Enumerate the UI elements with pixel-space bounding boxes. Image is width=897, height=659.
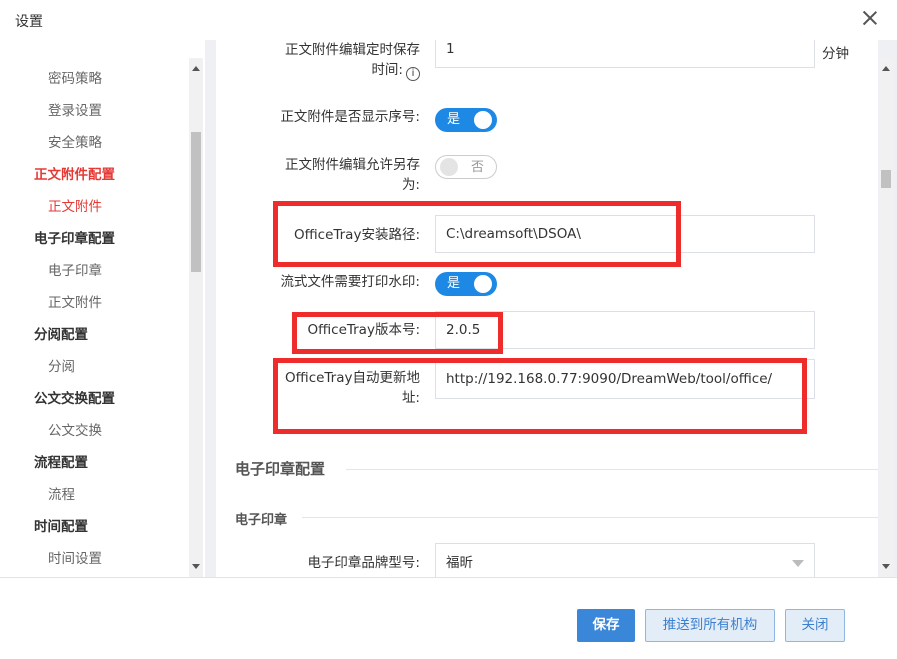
- autosave-label-line1: 正文附件编辑定时保存: [285, 42, 420, 58]
- sidebar-item-security-policy[interactable]: 安全策略: [48, 129, 102, 157]
- sidebar-item-seal-attachment[interactable]: 正文附件: [48, 289, 102, 317]
- officetray-update-label: OfficeTray自动更新地 址:: [285, 368, 420, 408]
- dialog-title: 设置: [15, 14, 43, 30]
- settings-sidebar: 密码策略 登录设置 安全策略 正文附件配置 正文附件 电子印章配置 电子印章 正…: [0, 40, 205, 577]
- watermark-toggle[interactable]: 是: [435, 272, 497, 296]
- scroll-up-icon[interactable]: [192, 66, 200, 71]
- allow-saveas-toggle[interactable]: 否: [435, 155, 497, 179]
- sidebar-item-password-policy[interactable]: 密码策略: [48, 65, 102, 93]
- subsection-title-seal: 电子印章: [235, 513, 288, 528]
- chevron-down-icon: [792, 560, 804, 567]
- scroll-down-icon[interactable]: [192, 564, 200, 569]
- allow-saveas-toggle-text: 否: [470, 160, 484, 175]
- officetray-version-input[interactable]: 2.0.5: [435, 311, 815, 349]
- section-title-seal-config: 电子印章配置: [235, 460, 326, 478]
- toggle-knob: [440, 158, 458, 176]
- sidebar-item-seal[interactable]: 电子印章: [48, 257, 102, 285]
- allow-saveas-label: 正文附件编辑允许另存 为:: [285, 155, 420, 195]
- settings-form: 正文附件编辑定时保存 时间: i 1 分钟 正文附件是否显示序号: 是 正文附件编…: [216, 40, 878, 577]
- seal-brand-label: 电子印章品牌型号:: [307, 555, 420, 571]
- autosave-label: 正文附件编辑定时保存 时间: i: [285, 40, 420, 81]
- sidebar-scrollbar[interactable]: [189, 58, 203, 577]
- show-seq-toggle[interactable]: 是: [435, 108, 497, 132]
- sidebar-group-workflow-config[interactable]: 流程配置: [34, 449, 88, 477]
- show-seq-label: 正文附件是否显示序号:: [280, 109, 420, 125]
- officetray-update-label-line1: OfficeTray自动更新地: [285, 370, 420, 386]
- push-all-orgs-button[interactable]: 推送到所有机构: [645, 609, 775, 642]
- sidebar-item-workflow[interactable]: 流程: [48, 481, 75, 509]
- close-button[interactable]: 关闭: [785, 609, 845, 642]
- section-divider: [346, 469, 878, 470]
- seal-brand-select[interactable]: 福昕: [435, 543, 815, 577]
- sidebar-item-exchange[interactable]: 公文交换: [48, 417, 102, 445]
- main-scroll-thumb[interactable]: [881, 170, 891, 188]
- autosave-label-line2: 时间:: [371, 62, 403, 78]
- officetray-update-label-line2: 址:: [401, 390, 420, 406]
- officetray-version-label: OfficeTray版本号:: [307, 322, 420, 338]
- autosave-input[interactable]: 1: [435, 40, 815, 68]
- scroll-up-icon[interactable]: [882, 66, 890, 71]
- show-seq-toggle-text: 是: [447, 112, 461, 127]
- allow-saveas-label-line1: 正文附件编辑允许另存: [285, 157, 420, 173]
- sidebar-group-distribution-config[interactable]: 分阅配置: [34, 321, 88, 349]
- dialog-body: 密码策略 登录设置 安全策略 正文附件配置 正文附件 电子印章配置 电子印章 正…: [0, 40, 897, 577]
- sidebar-group-attachment-config[interactable]: 正文附件配置: [34, 161, 115, 189]
- watermark-toggle-text: 是: [447, 276, 461, 291]
- watermark-label: 流式文件需要打印水印:: [280, 274, 420, 290]
- subsection-divider: [302, 517, 878, 518]
- sidebar-group-exchange-config[interactable]: 公文交换配置: [34, 385, 115, 413]
- info-icon[interactable]: i: [406, 67, 420, 81]
- sidebar-scroll-thumb[interactable]: [191, 132, 201, 272]
- sidebar-item-time-settings[interactable]: 时间设置: [48, 545, 102, 573]
- officetray-update-input[interactable]: http://192.168.0.77:9090/DreamWeb/tool/o…: [435, 359, 815, 399]
- scroll-down-icon[interactable]: [882, 564, 890, 569]
- dialog-titlebar: 设置: [0, 0, 897, 40]
- toggle-knob: [474, 111, 492, 129]
- sidebar-group-time-config[interactable]: 时间配置: [34, 513, 88, 541]
- allow-saveas-label-line2: 为:: [401, 177, 420, 193]
- toggle-knob: [474, 275, 492, 293]
- officetray-path-input[interactable]: C:\dreamsoft\DSOA\: [435, 215, 815, 253]
- main-scrollbar[interactable]: [879, 58, 893, 577]
- save-button[interactable]: 保存: [577, 609, 635, 642]
- sidebar-item-login-settings[interactable]: 登录设置: [48, 97, 102, 125]
- sidebar-item-distribution[interactable]: 分阅: [48, 353, 75, 381]
- sidebar-item-attachment[interactable]: 正文附件: [48, 193, 102, 221]
- dialog-footer: 保存 推送到所有机构 关闭: [0, 577, 897, 659]
- officetray-path-label: OfficeTray安装路径:: [293, 227, 420, 243]
- close-icon[interactable]: [861, 9, 879, 27]
- seal-brand-value: 福昕: [446, 555, 473, 571]
- sidebar-group-seal-config[interactable]: 电子印章配置: [34, 225, 115, 253]
- autosave-unit: 分钟: [822, 46, 849, 62]
